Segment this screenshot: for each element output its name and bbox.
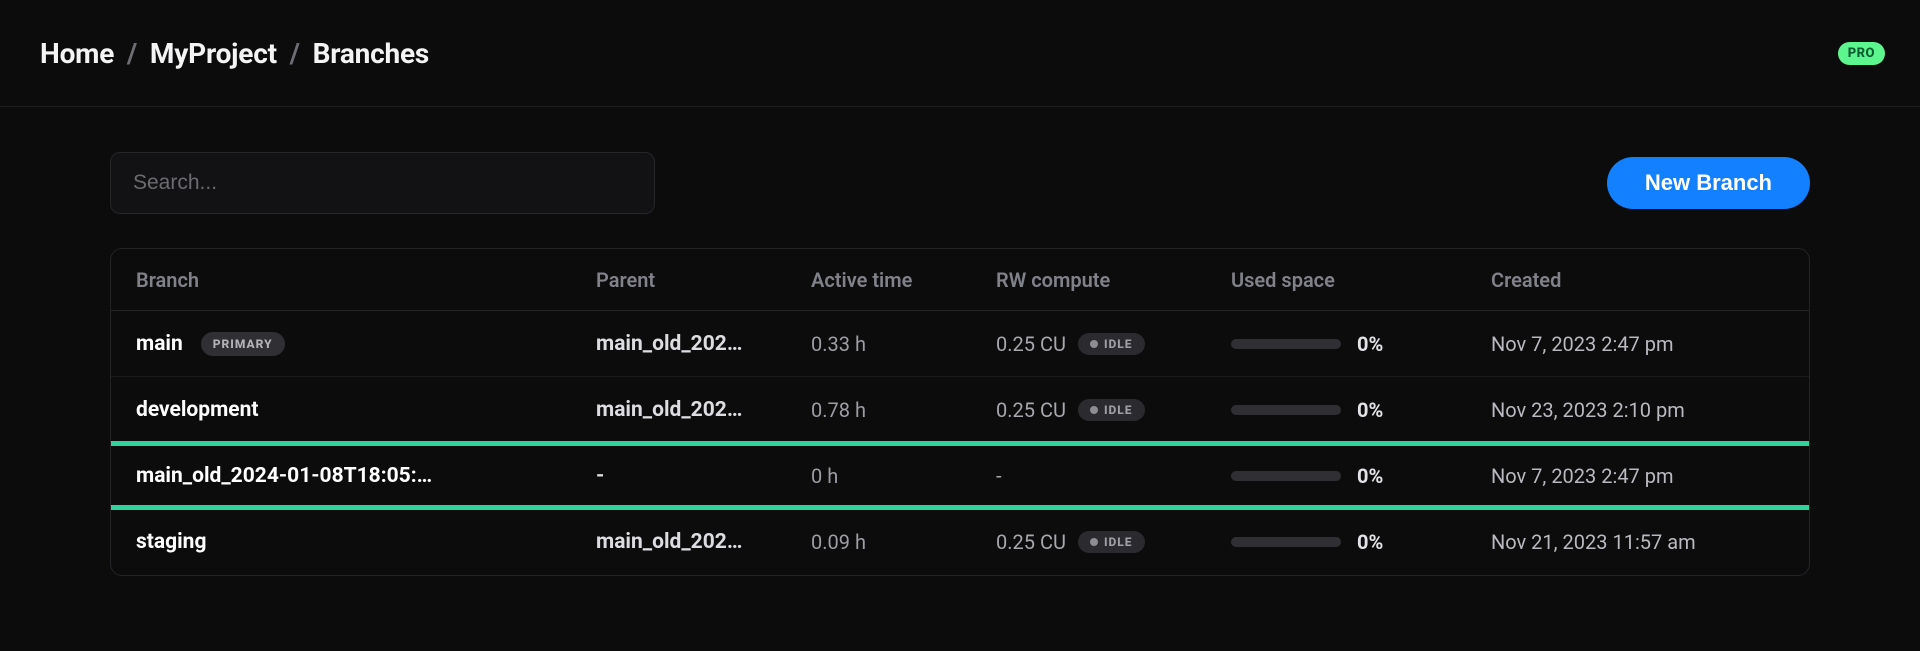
active-time: 0 h <box>811 464 996 488</box>
primary-badge: PRIMARY <box>201 332 285 356</box>
idle-badge-label: IDLE <box>1104 403 1133 417</box>
crumb-project[interactable]: MyProject <box>150 37 277 70</box>
used-value: 0% <box>1357 530 1383 554</box>
branch-name: main <box>136 332 183 356</box>
used-bar <box>1231 339 1341 349</box>
pro-badge: PRO <box>1838 42 1885 65</box>
th-used: Used space <box>1231 268 1491 292</box>
used-value: 0% <box>1357 464 1383 488</box>
th-parent: Parent <box>596 268 811 292</box>
rw-cu-value: - <box>996 464 1002 488</box>
created-at: Nov 21, 2023 11:57 am <box>1491 530 1801 554</box>
idle-badge: IDLE <box>1078 531 1145 553</box>
rw-cu-value: 0.25 CU <box>996 530 1066 554</box>
parent-branch[interactable]: main_old_202… <box>596 398 811 422</box>
branch-name: main_old_2024-01-08T18:05:… <box>136 464 432 488</box>
used-bar <box>1231 537 1341 547</box>
rw-compute: 0.25 CU IDLE <box>996 332 1231 356</box>
status-dot-icon <box>1090 340 1098 348</box>
branch-name: development <box>136 398 259 422</box>
status-dot-icon <box>1090 538 1098 546</box>
active-time: 0.33 h <box>811 332 996 356</box>
used-space: 0% <box>1231 530 1491 554</box>
breadcrumb: Home / MyProject / Branches <box>40 37 429 70</box>
row-menu-button[interactable] <box>1801 332 1810 356</box>
branch-cell[interactable]: main_old_2024-01-08T18:05:… <box>136 464 596 488</box>
row-menu-button[interactable] <box>1801 530 1810 554</box>
th-branch: Branch <box>136 268 596 292</box>
created-at: Nov 7, 2023 2:47 pm <box>1491 464 1801 488</box>
row-menu-button[interactable] <box>1801 464 1810 488</box>
parent-branch[interactable]: main_old_202… <box>596 530 811 554</box>
rw-compute: 0.25 CU IDLE <box>996 398 1231 422</box>
crumb-sep-1: / <box>121 37 143 70</box>
idle-badge-label: IDLE <box>1104 337 1133 351</box>
th-active: Active time <box>811 268 996 292</box>
search-input[interactable] <box>110 152 655 214</box>
branch-name: staging <box>136 530 206 554</box>
parent-branch[interactable]: - <box>596 464 811 488</box>
branch-cell[interactable]: main PRIMARY <box>136 332 596 356</box>
parent-branch[interactable]: main_old_202… <box>596 332 811 356</box>
crumb-sep-2: / <box>284 37 306 70</box>
idle-badge: IDLE <box>1078 333 1145 355</box>
status-dot-icon <box>1090 406 1098 414</box>
branch-cell[interactable]: staging <box>136 530 596 554</box>
created-at: Nov 7, 2023 2:47 pm <box>1491 332 1801 356</box>
row-menu-button[interactable] <box>1801 398 1810 422</box>
crumb-page[interactable]: Branches <box>313 37 430 70</box>
new-branch-button[interactable]: New Branch <box>1607 157 1810 209</box>
table-row[interactable]: staging main_old_202… 0.09 h 0.25 CU IDL… <box>111 509 1809 575</box>
table-row[interactable]: development main_old_202… 0.78 h 0.25 CU… <box>111 377 1809 443</box>
table-row[interactable]: main_old_2024-01-08T18:05:… - 0 h - 0% N… <box>111 443 1809 509</box>
branch-cell[interactable]: development <box>136 398 596 422</box>
branches-table: Branch Parent Active time RW compute Use… <box>110 248 1810 576</box>
crumb-home[interactable]: Home <box>40 37 114 70</box>
used-bar <box>1231 405 1341 415</box>
active-time: 0.09 h <box>811 530 996 554</box>
idle-badge-label: IDLE <box>1104 535 1133 549</box>
used-space: 0% <box>1231 332 1491 356</box>
idle-badge: IDLE <box>1078 399 1145 421</box>
used-space: 0% <box>1231 464 1491 488</box>
used-bar <box>1231 471 1341 481</box>
rw-compute: 0.25 CU IDLE <box>996 530 1231 554</box>
used-value: 0% <box>1357 398 1383 422</box>
created-at: Nov 23, 2023 2:10 pm <box>1491 398 1801 422</box>
used-space: 0% <box>1231 398 1491 422</box>
active-time: 0.78 h <box>811 398 996 422</box>
rw-compute: - <box>996 464 1231 488</box>
used-value: 0% <box>1357 332 1383 356</box>
rw-cu-value: 0.25 CU <box>996 398 1066 422</box>
th-rw: RW compute <box>996 268 1231 292</box>
th-created: Created <box>1491 268 1801 292</box>
rw-cu-value: 0.25 CU <box>996 332 1066 356</box>
table-row[interactable]: main PRIMARY main_old_202… 0.33 h 0.25 C… <box>111 311 1809 377</box>
